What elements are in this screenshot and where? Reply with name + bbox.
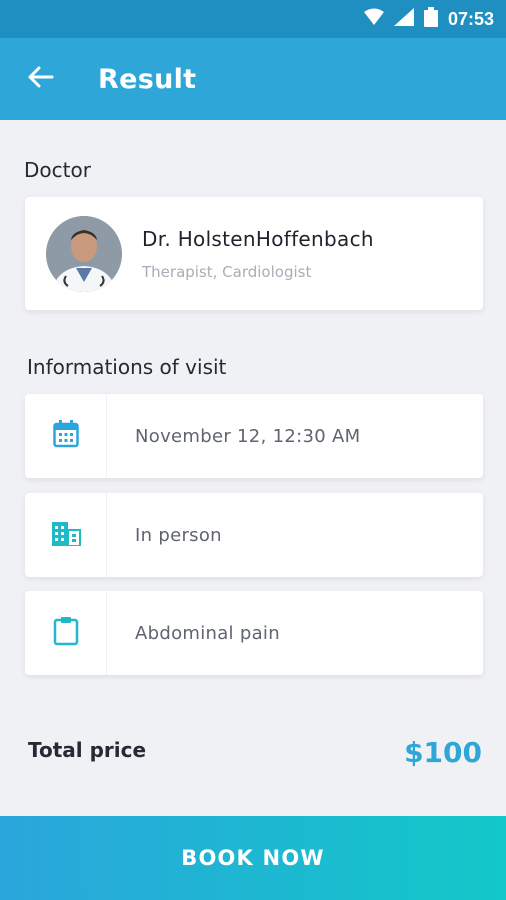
book-now-button[interactable]: BOOK NOW [0, 816, 506, 900]
visit-date-item[interactable]: November 12, 12:30 AM [25, 394, 483, 478]
status-time: 07:53 [447, 8, 494, 29]
total-price-value: $100 [404, 736, 482, 769]
visit-type-text: In person [135, 524, 222, 546]
doctor-section-label: Doctor [24, 158, 91, 182]
building-icon [51, 520, 81, 550]
page-title: Result [98, 63, 197, 95]
doctor-name: Dr. HolstenHoffenbach [142, 226, 374, 251]
app-bar: Result [0, 38, 506, 120]
avatar [46, 215, 122, 292]
battery-icon [423, 7, 438, 31]
doctor-specialty: Therapist, Cardiologist [142, 262, 312, 281]
visit-reason-text: Abdominal pain [135, 622, 280, 644]
visit-reason-item[interactable]: Abdominal pain [25, 591, 483, 675]
status-bar: 07:53 [0, 0, 506, 38]
back-button[interactable] [0, 38, 80, 120]
total-price-label: Total price [28, 738, 147, 762]
signal-icon [393, 8, 414, 30]
arrow-left-icon [26, 65, 54, 93]
wifi-icon [363, 8, 384, 30]
visit-type-item[interactable]: In person [25, 493, 483, 577]
calendar-icon [52, 420, 79, 452]
doctor-card[interactable]: Dr. HolstenHoffenbach Therapist, Cardiol… [25, 197, 483, 310]
clipboard-icon [53, 616, 79, 650]
visit-section-label: Informations of visit [27, 355, 227, 379]
visit-date-text: November 12, 12:30 AM [135, 425, 361, 447]
